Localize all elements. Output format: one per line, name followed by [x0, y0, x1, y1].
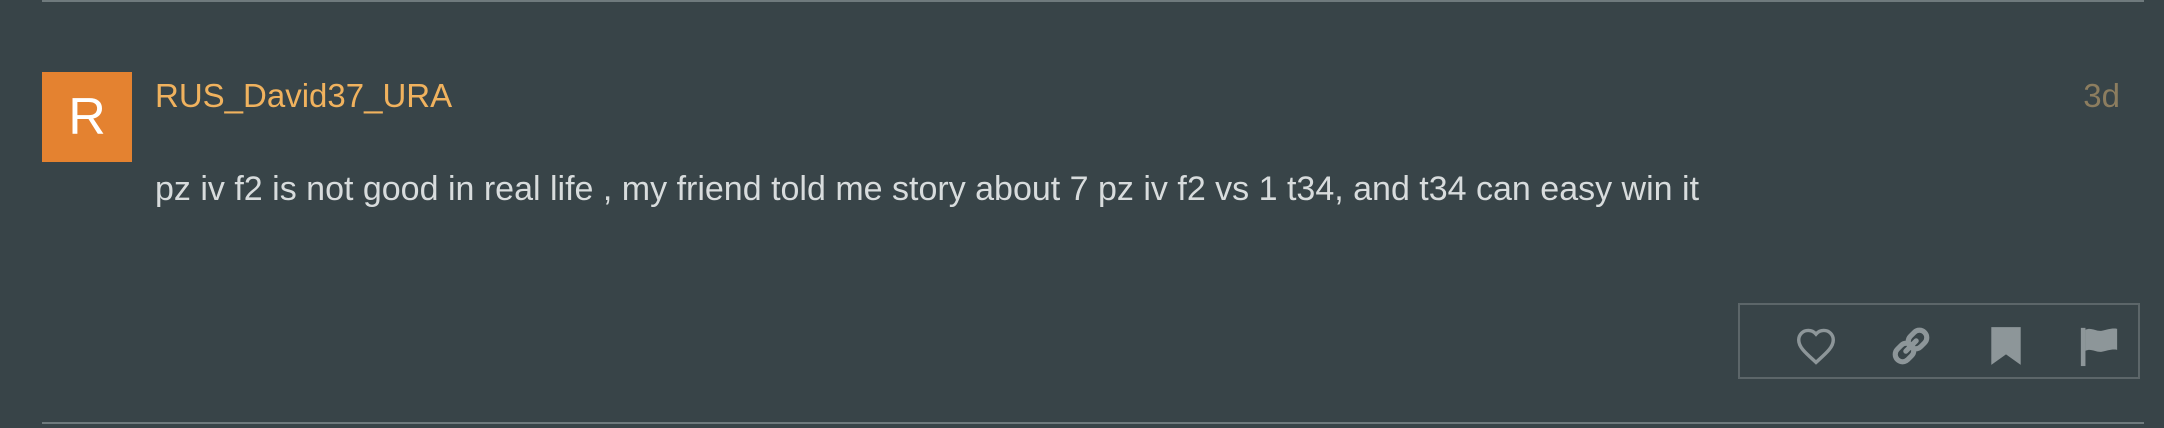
heart-icon	[1796, 328, 1836, 365]
post-actions-bar	[1738, 303, 2140, 379]
post-author-username[interactable]: RUS_David37_URA	[155, 77, 452, 115]
post-date[interactable]: 3d	[2083, 77, 2120, 115]
flag-button[interactable]	[2075, 323, 2123, 369]
bookmark-button[interactable]	[1982, 323, 2030, 369]
bookmark-icon	[1991, 327, 2021, 365]
avatar-letter: R	[68, 88, 106, 146]
top-divider	[42, 0, 2144, 2]
post-body-text: pz iv f2 is not good in real life , my f…	[155, 170, 1700, 208]
bottom-divider	[42, 422, 2144, 424]
share-link-button[interactable]	[1887, 323, 1935, 369]
like-button[interactable]	[1792, 323, 1840, 369]
link-icon	[1892, 327, 1930, 365]
avatar[interactable]: R	[42, 72, 132, 162]
flag-icon	[2080, 327, 2118, 367]
